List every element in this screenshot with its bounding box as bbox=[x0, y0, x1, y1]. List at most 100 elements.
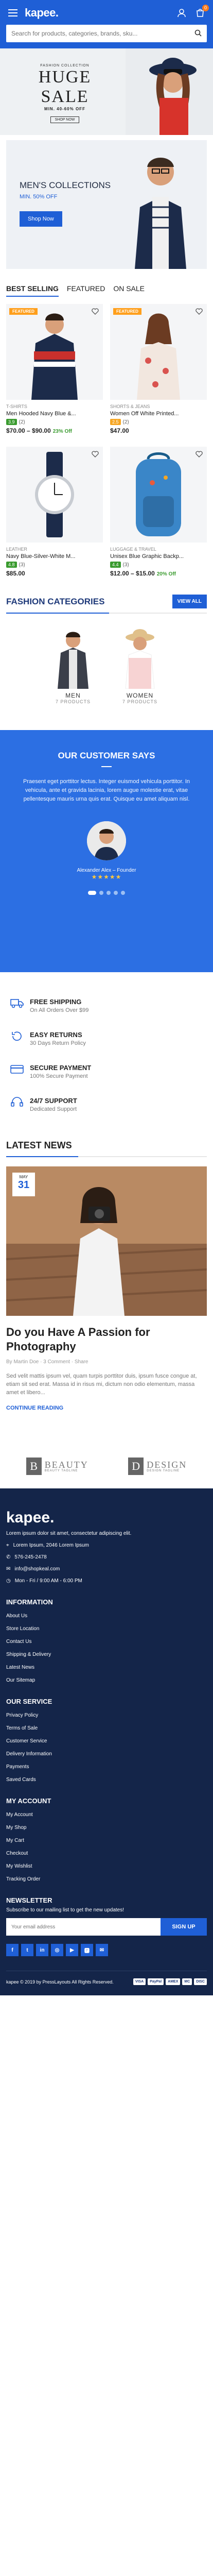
view-all-button[interactable]: VIEW ALL bbox=[172, 595, 207, 608]
footer-link[interactable]: About Us bbox=[6, 1613, 207, 1619]
wishlist-heart-icon[interactable] bbox=[196, 308, 203, 316]
post-meta: By Martin Doe · 3 Comment · Share bbox=[6, 1359, 88, 1365]
footer-link[interactable]: Tracking Order bbox=[6, 1876, 207, 1882]
footer-link[interactable]: Contact Us bbox=[6, 1639, 207, 1645]
footer-link[interactable]: Terms of Sale bbox=[6, 1725, 207, 1731]
footer-link[interactable]: Our Sitemap bbox=[6, 1677, 207, 1683]
feature-item: SECURE PAYMENT 100% Secure Payment bbox=[10, 1064, 203, 1079]
product-image[interactable]: FEATURED bbox=[6, 304, 103, 400]
footer-link[interactable]: My Account bbox=[6, 1812, 207, 1818]
footer-link[interactable]: Privacy Policy bbox=[6, 1713, 207, 1718]
carousel-dot[interactable] bbox=[121, 891, 125, 895]
mens-collection-banner[interactable]: MEN'S COLLECTIONS MIN. 50% OFF Shop Now bbox=[6, 140, 207, 269]
product-name[interactable]: Navy Blue-Silver-White M... bbox=[6, 553, 103, 560]
footer-link[interactable]: My Shop bbox=[6, 1825, 207, 1831]
footer-link[interactable]: My Wishlist bbox=[6, 1863, 207, 1869]
category-label: MEN bbox=[65, 692, 81, 699]
hero-button[interactable]: SHOP NOW bbox=[50, 116, 80, 123]
post-date: MAY 31 bbox=[12, 1173, 35, 1196]
wishlist-heart-icon[interactable] bbox=[92, 308, 99, 316]
search-input[interactable] bbox=[11, 30, 194, 37]
shop-now-button[interactable]: Shop Now bbox=[20, 211, 62, 227]
email-text[interactable]: info@shopkeal.com bbox=[14, 1566, 60, 1572]
search-bar[interactable] bbox=[6, 25, 207, 42]
cart-icon[interactable]: 0 bbox=[193, 5, 209, 20]
category-image[interactable] bbox=[110, 627, 170, 689]
footer-link[interactable]: Latest News bbox=[6, 1665, 207, 1670]
search-icon[interactable] bbox=[194, 29, 202, 38]
feature-sub: 30 Days Return Policy bbox=[30, 1040, 86, 1046]
section-title: LATEST NEWS bbox=[6, 1140, 72, 1150]
category-image[interactable] bbox=[43, 627, 103, 689]
footer-heading: INFORMATION bbox=[6, 1598, 53, 1606]
carousel-dot[interactable] bbox=[106, 891, 111, 895]
product-card[interactable]: LUGGAGE & TRAVEL Unisex Blue Graphic Bac… bbox=[110, 447, 207, 577]
truck-icon bbox=[10, 998, 24, 1010]
tab-best-selling[interactable]: BEST SELLING bbox=[6, 284, 59, 297]
footer-link[interactable]: Checkout bbox=[6, 1851, 207, 1856]
footer-link[interactable]: Store Location bbox=[6, 1626, 207, 1632]
footer-link[interactable]: My Cart bbox=[6, 1838, 207, 1843]
pinterest-icon[interactable]: 🅿 bbox=[81, 1944, 93, 1956]
instagram-icon[interactable]: ◎ bbox=[51, 1944, 63, 1956]
product-image[interactable]: FEATURED bbox=[110, 304, 207, 400]
wishlist-heart-icon[interactable] bbox=[92, 451, 99, 459]
signup-button[interactable]: SIGN UP bbox=[161, 1918, 207, 1936]
menu-icon[interactable] bbox=[6, 6, 20, 20]
footer-link[interactable]: Shipping & Delivery bbox=[6, 1652, 207, 1657]
category-label: WOMEN bbox=[126, 692, 154, 699]
user-icon[interactable] bbox=[175, 6, 188, 20]
feature-title: 24/7 SUPPORT bbox=[30, 1097, 77, 1105]
product-name[interactable]: Women Off White Printed... bbox=[110, 411, 207, 417]
post-excerpt: Sed velit mattis ipsum vel, quam turpis … bbox=[6, 1373, 197, 1396]
product-name[interactable]: Men Hooded Navy Blue &... bbox=[6, 411, 103, 417]
hero-sub: MIN. 40-60% OFF bbox=[44, 107, 85, 111]
product-card[interactable]: FEATURED T-SHIRTS Men Hooded Navy Blue &… bbox=[6, 304, 103, 434]
phone-text[interactable]: 576-245-2478 bbox=[14, 1554, 46, 1560]
tab-featured[interactable]: FEATURED bbox=[67, 284, 105, 297]
footer-link[interactable]: Customer Service bbox=[6, 1738, 207, 1744]
phone-icon: ✆ bbox=[6, 1554, 11, 1560]
hero-banner[interactable]: FASHION COLLECTION HUGE SALE MIN. 40-60%… bbox=[0, 48, 213, 135]
facebook-icon[interactable]: f bbox=[6, 1944, 19, 1956]
banner-title: MEN'S COLLECTIONS bbox=[20, 180, 111, 190]
product-card[interactable]: FEATURED SHORTS & JEANS Women Off White … bbox=[110, 304, 207, 434]
twitter-icon[interactable]: t bbox=[21, 1944, 33, 1956]
post-title[interactable]: Do you Have A Passion for Photography bbox=[6, 1325, 207, 1354]
footer-link[interactable]: Saved Cards bbox=[6, 1777, 207, 1783]
carousel-dot[interactable] bbox=[114, 891, 118, 895]
section-title: FASHION CATEGORIES bbox=[6, 596, 105, 606]
product-grid: FEATURED T-SHIRTS Men Hooded Navy Blue &… bbox=[0, 297, 213, 584]
footer-link[interactable]: Payments bbox=[6, 1764, 207, 1770]
wishlist-heart-icon[interactable] bbox=[196, 451, 203, 459]
brand-logo-design[interactable]: D DESIGN DESIGN TAGLINE bbox=[128, 1458, 187, 1475]
tab-on-sale[interactable]: ON SALE bbox=[113, 284, 145, 297]
read-more-link[interactable]: CONTINUE READING bbox=[6, 1405, 207, 1411]
category-card-women[interactable]: WOMEN 7 PRODUCTS bbox=[110, 627, 170, 704]
category-card-men[interactable]: MEN 7 PRODUCTS bbox=[43, 627, 103, 704]
testimonial-section: OUR CUSTOMER SAYS Praesent eget porttito… bbox=[0, 730, 213, 972]
brand-logo-beauty[interactable]: B BEAUTY BEAUTY TAGLINE bbox=[26, 1458, 88, 1475]
product-image[interactable] bbox=[110, 447, 207, 543]
email-icon[interactable]: ✉ bbox=[96, 1944, 108, 1956]
carousel-dot[interactable] bbox=[88, 891, 96, 895]
product-card[interactable]: LEATHER Navy Blue-Silver-White M... 4.8(… bbox=[6, 447, 103, 577]
product-name[interactable]: Unisex Blue Graphic Backp... bbox=[110, 553, 207, 560]
mastercard-icon: MC bbox=[182, 1978, 192, 1985]
youtube-icon[interactable]: ▶ bbox=[66, 1944, 78, 1956]
banner-model-image bbox=[135, 158, 186, 269]
newsletter-email-input[interactable] bbox=[6, 1918, 161, 1936]
feature-title: FREE SHIPPING bbox=[30, 998, 82, 1006]
carousel-dot[interactable] bbox=[99, 891, 103, 895]
linkedin-icon[interactable]: in bbox=[36, 1944, 48, 1956]
paypal-icon: PayPal bbox=[148, 1978, 164, 1985]
blog-image[interactable]: MAY 31 bbox=[6, 1166, 207, 1316]
featured-badge: FEATURED bbox=[9, 308, 38, 315]
clock-icon: ◷ bbox=[6, 1578, 11, 1584]
product-price: $70.00 – $90.00 bbox=[6, 427, 51, 434]
logo[interactable]: kapee. bbox=[25, 6, 170, 20]
footer-link[interactable]: Delivery Information bbox=[6, 1751, 207, 1757]
copyright-bar: kapee © 2019 by PressLayouts All Rights … bbox=[6, 1971, 207, 1985]
footer-logo[interactable]: kapee. bbox=[6, 1509, 207, 1527]
product-image[interactable] bbox=[6, 447, 103, 543]
